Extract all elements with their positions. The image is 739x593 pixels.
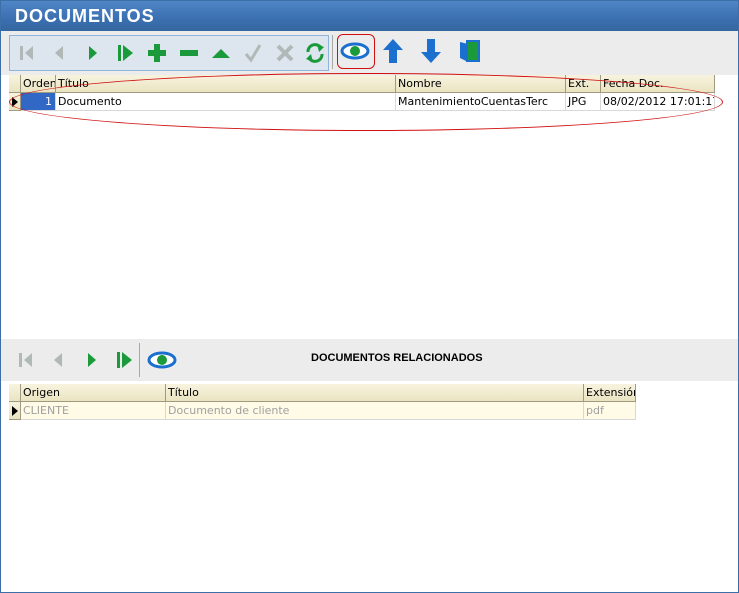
next-record-icon: [89, 46, 97, 60]
related-documents-grid[interactable]: Origen Título Extensión CLIENTE Document…: [9, 384, 738, 590]
related-view-document-button[interactable]: [147, 345, 177, 375]
row-indicator[interactable]: [9, 93, 21, 111]
column-header-ext[interactable]: Ext.: [566, 75, 601, 93]
grid-header-indicator: [9, 75, 21, 93]
cell-nombre[interactable]: MantenimientoCuentasTerc: [396, 93, 566, 111]
cell-titulo[interactable]: Documento: [56, 93, 396, 111]
last-record-icon: [118, 45, 133, 61]
move-up-button[interactable]: [378, 36, 408, 66]
related-toolbar: DOCUMENTOS RELACIONADOS: [1, 339, 738, 381]
navigator-group: [9, 35, 329, 71]
cell-titulo[interactable]: Documento de cliente: [166, 402, 584, 420]
check-icon: [244, 44, 262, 63]
cross-icon: [276, 44, 294, 62]
row-indicator[interactable]: [9, 402, 21, 420]
current-row-arrow-icon: [12, 97, 18, 107]
column-header-titulo[interactable]: Título: [56, 75, 396, 93]
first-record-icon: [20, 46, 33, 60]
column-header-titulo[interactable]: Título: [166, 384, 584, 402]
toolbar-separator: [332, 35, 333, 69]
related-caption: DOCUMENTOS RELACIONADOS: [311, 352, 483, 364]
cell-ext[interactable]: JPG: [566, 93, 601, 111]
cell-extension[interactable]: pdf: [584, 402, 636, 420]
window-title: DOCUMENTOS: [15, 6, 155, 26]
column-header-orden[interactable]: Orden: [21, 75, 56, 93]
documentos-window: DOCUMENTOS Orden Título Nombre Ext. Fech…: [0, 0, 739, 593]
toolbar-separator: [139, 343, 140, 377]
documents-grid[interactable]: Orden Título Nombre Ext. Fecha Doc. 1 Do…: [9, 75, 738, 336]
view-document-button[interactable]: [340, 36, 370, 66]
eye-icon: [340, 42, 370, 60]
eye-icon: [147, 351, 177, 369]
plus-icon: [148, 44, 166, 62]
next-record-icon: [88, 353, 96, 367]
prior-record-icon: [55, 46, 63, 60]
related-last-record-button[interactable]: [109, 345, 139, 375]
insert-record-button[interactable]: [142, 38, 172, 68]
grid-header-indicator: [9, 384, 21, 402]
related-first-record-button[interactable]: [11, 345, 41, 375]
next-record-button[interactable]: [78, 38, 108, 68]
refresh-icon: [306, 43, 324, 63]
column-header-fecha[interactable]: Fecha Doc.: [601, 75, 715, 93]
related-prior-record-button[interactable]: [43, 345, 73, 375]
cancel-edit-button[interactable]: [270, 38, 300, 68]
prior-record-button[interactable]: [44, 38, 74, 68]
refresh-data-button[interactable]: [300, 38, 330, 68]
main-toolbar: [1, 31, 738, 75]
cell-origen[interactable]: CLIENTE: [21, 402, 166, 420]
cell-orden[interactable]: 1: [21, 93, 56, 111]
prior-record-icon: [54, 353, 62, 367]
post-edit-button[interactable]: [238, 38, 268, 68]
cell-fecha[interactable]: 08/02/2012 17:01:17: [601, 93, 715, 111]
minus-icon: [180, 50, 198, 56]
arrow-up-icon: [383, 39, 403, 63]
exit-door-icon: [460, 40, 480, 62]
edit-record-button[interactable]: [206, 38, 236, 68]
delete-record-button[interactable]: [174, 38, 204, 68]
last-record-button[interactable]: [110, 38, 140, 68]
current-row-arrow-icon: [12, 406, 18, 416]
triangle-up-icon: [212, 49, 230, 58]
title-bar: DOCUMENTOS: [1, 1, 738, 31]
first-record-icon: [19, 353, 32, 367]
column-header-extension[interactable]: Extensión: [584, 384, 636, 402]
column-header-origen[interactable]: Origen: [21, 384, 166, 402]
last-record-icon: [117, 352, 132, 368]
exit-button[interactable]: [456, 36, 486, 66]
arrow-down-icon: [421, 39, 441, 63]
related-next-record-button[interactable]: [77, 345, 107, 375]
column-header-nombre[interactable]: Nombre: [396, 75, 566, 93]
first-record-button[interactable]: [12, 38, 42, 68]
move-down-button[interactable]: [416, 36, 446, 66]
